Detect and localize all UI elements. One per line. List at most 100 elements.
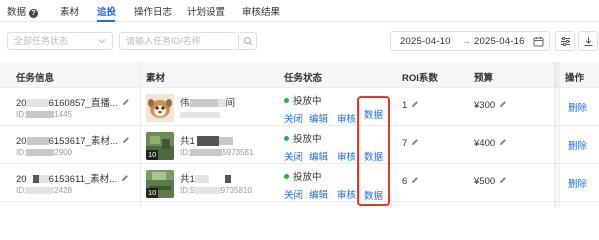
- material-name-prefix: 伟: [180, 98, 190, 109]
- download-button[interactable]: [578, 31, 598, 51]
- task-status-select-value: 全部任务状态: [14, 36, 69, 46]
- task-name-suffix: 6160857_直播...: [48, 98, 118, 109]
- redacted-text: [189, 99, 218, 108]
- review-action[interactable]: 审核: [337, 111, 356, 125]
- pencil-icon[interactable]: [122, 98, 130, 109]
- close-action[interactable]: 关闭: [284, 149, 303, 163]
- budget-value: ¥400: [474, 138, 507, 149]
- pencil-icon[interactable]: [122, 136, 130, 147]
- date-range-arrow: →: [462, 36, 471, 46]
- task-status: 投放中: [284, 169, 322, 183]
- search-button[interactable]: [239, 32, 257, 50]
- header-budget: 预算: [474, 73, 494, 84]
- header-material: 素材: [146, 73, 166, 84]
- date-range-picker[interactable]: 2025-04-10 → 2025-04-16: [390, 31, 550, 51]
- roi-value: 1: [402, 100, 419, 111]
- help-icon[interactable]: ?: [29, 9, 39, 18]
- tab-review-results[interactable]: 审核结果: [242, 4, 280, 18]
- redacted-text: [190, 149, 223, 157]
- pencil-icon[interactable]: [499, 100, 507, 111]
- active-tab-indicator: [97, 20, 115, 22]
- material-name-suffix: 间: [225, 98, 236, 109]
- material-id-suffix: 9735810: [220, 186, 252, 195]
- material-thumbnail[interactable]: [146, 94, 174, 122]
- column-settings-icon: [561, 36, 570, 47]
- calendar-icon[interactable]: [533, 36, 544, 49]
- material-name: 共1: [180, 133, 233, 147]
- column-settings-button[interactable]: [555, 31, 575, 51]
- table-row: 20 6160857_直播... ID: 1445 伟间 投放中 关闭 编辑 审核 …: [0, 88, 599, 126]
- status-dot: [284, 136, 289, 141]
- delete-action[interactable]: 删除: [568, 138, 587, 152]
- task-id-prefix: ID:: [16, 110, 27, 119]
- budget-value: ¥300: [474, 100, 507, 111]
- tab-follow-up[interactable]: 追投: [97, 4, 116, 18]
- material-id-prefix: ID:: [180, 148, 191, 157]
- redacted-text: [218, 137, 233, 146]
- material-thumbnail-image: [146, 94, 174, 122]
- close-action[interactable]: 关闭: [284, 187, 303, 201]
- task-id-suffix: 1445: [54, 110, 73, 119]
- edit-action[interactable]: 编辑: [309, 149, 328, 163]
- date-end[interactable]: 2025-04-16: [474, 36, 525, 47]
- redacted-text: [224, 175, 231, 184]
- delete-action[interactable]: 删除: [568, 176, 587, 190]
- pencil-icon[interactable]: [411, 176, 419, 187]
- budget-amount: ¥400: [474, 138, 496, 150]
- material-name: 共1: [180, 171, 231, 185]
- header-roi: ROI系数: [402, 73, 438, 84]
- task-status: 投放中: [284, 131, 322, 145]
- table-row: [0, 202, 599, 210]
- redacted-text: [26, 149, 55, 157]
- task-id: ID: 2900: [16, 148, 72, 157]
- budget-amount: ¥300: [474, 100, 496, 112]
- review-action[interactable]: 审核: [337, 187, 356, 201]
- material-thumbnail[interactable]: 10: [146, 132, 174, 160]
- task-status-select[interactable]: 全部任务状态: [7, 32, 113, 50]
- material-name-prefix: 共1: [180, 136, 195, 147]
- material-name-prefix: 共1: [180, 174, 195, 185]
- date-start[interactable]: 2025-04-10: [400, 36, 451, 47]
- chevron-down-icon: [98, 33, 106, 55]
- task-id-suffix: 2900: [54, 148, 73, 157]
- highlight-box: [357, 96, 390, 206]
- task-id-suffix: 2428: [54, 186, 73, 195]
- redacted-text: [180, 111, 220, 118]
- task-name-suffix: 6153611_素材...: [48, 174, 118, 185]
- material-id: ID: 5973581: [180, 148, 253, 157]
- status-dot: [284, 174, 289, 179]
- pencil-icon[interactable]: [411, 138, 419, 149]
- pencil-icon[interactable]: [121, 174, 129, 185]
- pencil-icon[interactable]: [499, 176, 507, 187]
- task-search-input[interactable]: [119, 32, 239, 50]
- material-thumbnail[interactable]: 10: [146, 170, 174, 198]
- edit-action[interactable]: 编辑: [309, 187, 328, 201]
- task-name-prefix: 20: [16, 174, 27, 185]
- task-name: 20 6153611_素材...: [16, 171, 129, 185]
- redacted-text: [217, 99, 226, 108]
- tab-plan-settings[interactable]: 计划设置: [187, 4, 225, 18]
- redacted-text: [196, 136, 219, 147]
- table-row: 20 6153611_素材... ID: 2428 10 共1 ID:5 973581…: [0, 164, 599, 202]
- tab-material[interactable]: 素材: [60, 4, 79, 18]
- redacted-text: [194, 175, 209, 184]
- close-action[interactable]: 关闭: [284, 111, 303, 125]
- budget-amount: ¥500: [474, 176, 496, 188]
- search-icon: [244, 37, 253, 46]
- status-label: 投放中: [293, 134, 322, 145]
- delete-action[interactable]: 删除: [568, 100, 587, 114]
- tab-data[interactable]: 数据?: [7, 4, 39, 18]
- task-id-prefix: ID:: [16, 148, 27, 157]
- review-action[interactable]: 审核: [337, 149, 356, 163]
- pencil-icon[interactable]: [411, 100, 419, 111]
- task-id: ID: 2428: [16, 186, 72, 195]
- task-name-suffix: 6153617_素材...: [48, 136, 118, 147]
- header-task-status: 任务状态: [284, 73, 323, 84]
- tab-operation-log[interactable]: 操作日志: [134, 4, 172, 18]
- edit-action[interactable]: 编辑: [309, 111, 328, 125]
- material-name: 伟间: [180, 95, 235, 109]
- status-label: 投放中: [293, 172, 322, 183]
- status-dot: [284, 98, 289, 103]
- redacted-text: [194, 187, 221, 195]
- pencil-icon[interactable]: [499, 138, 507, 149]
